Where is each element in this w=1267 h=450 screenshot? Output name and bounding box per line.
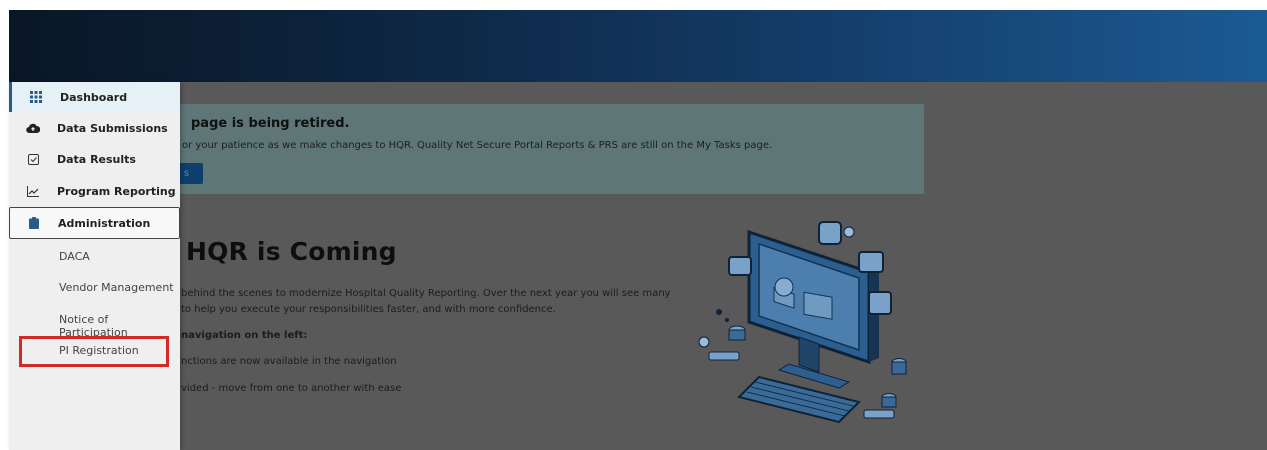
bullet-item-2: vided - move from one to another with ea… bbox=[181, 383, 402, 394]
banner-text: or your patience as we make changes to H… bbox=[182, 140, 773, 151]
grid-icon bbox=[12, 91, 60, 103]
sidebar-item-label: Dashboard bbox=[60, 90, 128, 104]
sidebar-item-label: Administration bbox=[58, 216, 151, 230]
sidebar-item-label: Data Submissions bbox=[57, 121, 168, 135]
checkbox-icon bbox=[9, 153, 57, 165]
cloud-upload-icon bbox=[9, 123, 57, 134]
retirement-banner: page is being retired. or your patience … bbox=[159, 104, 924, 194]
sidebar-item-data-results[interactable]: Data Results bbox=[9, 144, 180, 174]
sidebar-subitem-vendor-management[interactable]: Vendor Management bbox=[59, 281, 174, 294]
intro-line-1: behind the scenes to modernize Hospital … bbox=[181, 288, 671, 299]
sidebar-item-label: Data Results bbox=[57, 152, 136, 166]
intro-line-2: to help you execute your responsibilitie… bbox=[181, 304, 556, 315]
line-chart-icon bbox=[9, 185, 57, 197]
top-header-bar bbox=[9, 10, 1267, 82]
sidebar-item-program-reporting[interactable]: Program Reporting bbox=[9, 176, 180, 206]
main-content: page is being retired. or your patience … bbox=[9, 82, 1267, 450]
bullet-item-1: nctions are now available in the navigat… bbox=[181, 356, 397, 367]
sidebar-subitem-daca[interactable]: DACA bbox=[59, 250, 90, 263]
sidebar-item-label: Program Reporting bbox=[57, 184, 176, 198]
page-heading: HQR is Coming bbox=[186, 237, 397, 266]
sidebar-navigation: Dashboard Data Submissions Data Results … bbox=[9, 82, 180, 450]
pi-registration-highlight bbox=[19, 336, 169, 367]
sidebar-item-data-submissions[interactable]: Data Submissions bbox=[9, 113, 180, 143]
sidebar-item-dashboard[interactable]: Dashboard bbox=[9, 82, 180, 112]
sidebar-item-administration[interactable]: Administration bbox=[9, 207, 180, 239]
navigation-subheading: navigation on the left: bbox=[181, 330, 308, 341]
app-frame: page is being retired. or your patience … bbox=[9, 10, 1267, 450]
banner-title: page is being retired. bbox=[191, 116, 350, 131]
clipboard-icon bbox=[10, 217, 58, 229]
computer-illustration bbox=[698, 221, 907, 424]
